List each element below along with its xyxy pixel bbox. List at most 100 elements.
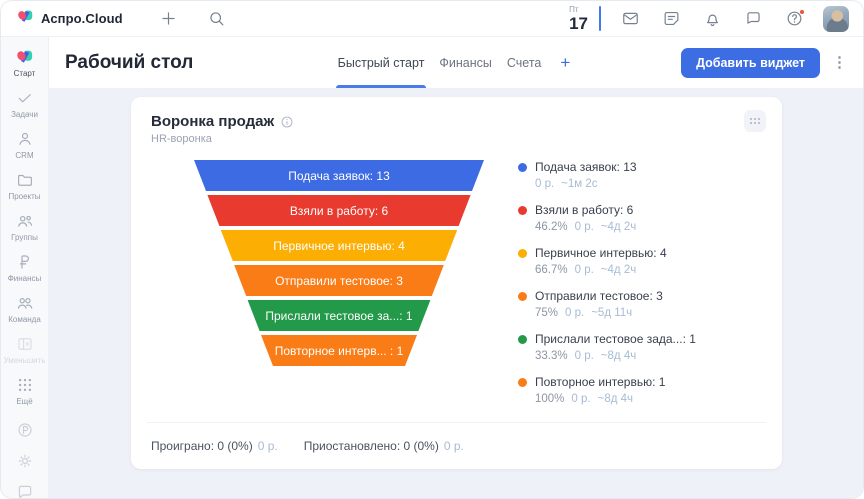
sidebar-item-группы[interactable]: Группы xyxy=(1,211,49,242)
legend-conversion: 100% xyxy=(535,393,564,405)
legend-item: Взяли в работу: 6 46.2% 0 р. ~4д 2ч xyxy=(518,203,762,234)
funnel-stage-label: Первичное интервью: 4 xyxy=(273,239,405,253)
legend-dot xyxy=(518,335,527,344)
sidebar-item-label: CRM xyxy=(15,151,33,160)
funnel-stage-label: Прислали тестовое за...: 1 xyxy=(265,309,412,323)
legend-values: 75% 0 р. ~5д 11ч xyxy=(535,307,762,320)
legend-conversion: 75% xyxy=(535,307,558,319)
legend-duration: ~8д 4ч xyxy=(601,350,636,362)
add-tab-button[interactable]: + xyxy=(556,53,574,73)
legend-money: 0 р. xyxy=(575,264,594,276)
tab-быстрый-старт[interactable]: Быстрый старт xyxy=(338,37,425,88)
sidebar-item-команда[interactable]: Команда xyxy=(1,293,49,324)
funnel-chart: Подача заявок: 13 Взяли в работу: 6 Первич… xyxy=(151,160,484,418)
legend-values: 0 р. ~1м 2с xyxy=(535,178,762,191)
legend-money: 0 р. xyxy=(535,178,554,190)
settings-icon xyxy=(16,452,34,470)
apps-icon xyxy=(16,421,34,439)
funnel-stage-label: Повторное интерв... : 1 xyxy=(275,344,404,358)
funnel-stage[interactable]: Взяли в работу: 6 xyxy=(194,195,484,226)
legend-dot xyxy=(518,378,527,387)
aspro-logo[interactable]: Аспро.Cloud xyxy=(17,8,123,30)
chat-button[interactable] xyxy=(741,7,765,31)
funnel-stage[interactable]: Первичное интервью: 4 xyxy=(194,230,484,261)
funnel-stage[interactable]: Подача заявок: 13 xyxy=(194,160,484,191)
legend-conversion: 66.7% xyxy=(535,264,568,276)
team-icon xyxy=(15,293,34,312)
legend-dot xyxy=(518,206,527,215)
sidebar-settings-button[interactable] xyxy=(13,449,37,473)
widget-drag-handle[interactable] xyxy=(744,110,766,132)
groups-icon xyxy=(15,211,34,230)
sidebar-item-label: Задачи xyxy=(11,110,38,119)
legend-item: Отправили тестовое: 375%0 р.~5д 11ч xyxy=(518,289,762,320)
drag-handle-icon xyxy=(750,118,761,125)
legend-label: Повторное интервью: 1 xyxy=(535,375,762,390)
legend-dot xyxy=(518,292,527,301)
tab-счета[interactable]: Счета xyxy=(507,37,541,88)
date-accent-divider xyxy=(599,6,601,31)
funnel-footer-stats: Проиграно: 0 (0%) 0 р. Приостановлено: 0 … xyxy=(151,439,464,453)
paused-money: 0 р. xyxy=(444,439,464,453)
sidebar-apps-button[interactable] xyxy=(13,418,37,442)
notification-dot xyxy=(799,9,805,15)
mail-button[interactable] xyxy=(618,7,642,31)
legend-money: 0 р. xyxy=(565,307,584,319)
notes-button[interactable] xyxy=(659,7,683,31)
sidebar-item-label: Проекты xyxy=(8,192,40,201)
aspro-logo-icon xyxy=(15,47,34,66)
mail-icon xyxy=(621,9,640,28)
logo-text: Аспро.Cloud xyxy=(41,11,123,26)
legend-money: 0 р. xyxy=(575,221,594,233)
legend-dot xyxy=(518,163,527,172)
sidebar-item-уменьшить[interactable]: Уменьшить xyxy=(1,334,49,365)
sidebar-item-crm[interactable]: CRM xyxy=(1,129,49,160)
legend-label: Подача заявок: 13 xyxy=(535,160,762,175)
sidebar-item-проекты[interactable]: Проекты xyxy=(1,170,49,201)
sidebar-item-label: Команда xyxy=(8,315,41,324)
legend-conversion: 33.3% xyxy=(535,350,568,362)
projects-icon xyxy=(15,170,34,189)
funnel-stage-label: Взяли в работу: 6 xyxy=(290,204,388,218)
sidebar-item-задачи[interactable]: Задачи xyxy=(1,88,49,119)
info-icon[interactable] xyxy=(280,115,294,129)
search-button[interactable] xyxy=(205,7,229,31)
legend-label: Взяли в работу: 6 xyxy=(535,203,762,218)
legend-duration: ~4д 2ч xyxy=(601,221,636,233)
kebab-menu-icon[interactable]: ⋮ xyxy=(832,55,847,70)
lost-label: Проиграно: 0 (0%) xyxy=(151,439,253,453)
bell-button[interactable] xyxy=(700,7,724,31)
sidebar-feedback-button[interactable] xyxy=(13,480,37,499)
sidebar-item-финансы[interactable]: Финансы xyxy=(1,252,49,283)
search-icon xyxy=(207,9,226,28)
date-day: 17 xyxy=(569,15,588,32)
help-button[interactable] xyxy=(782,7,806,31)
legend-label: Первичное интервью: 4 xyxy=(535,246,762,261)
app-window: Аспро.Cloud Пт 17 Старт Задачи CRM Проекты Г… xyxy=(0,0,864,499)
funnel-stage[interactable]: Повторное интерв... : 1 xyxy=(194,335,484,366)
legend-item: Прислали тестовое зада...: 133.3%0 р.~8д… xyxy=(518,332,762,363)
chat-icon xyxy=(744,9,763,28)
sidebar-item-label: Группы xyxy=(11,233,38,242)
legend-duration: ~5д 11ч xyxy=(591,307,632,319)
funnel-stage-label: Отправили тестовое: 3 xyxy=(275,274,403,288)
widget-subtitle: HR-воронка xyxy=(151,133,762,145)
create-button[interactable] xyxy=(157,7,181,31)
sidebar-item-ещё[interactable]: Ещё xyxy=(1,375,49,406)
legend-conversion: 46.2% xyxy=(535,221,568,233)
sidebar-item-старт[interactable]: Старт xyxy=(1,47,49,78)
user-avatar[interactable] xyxy=(823,6,849,32)
legend-duration: ~1м 2с xyxy=(561,178,597,190)
finances-icon xyxy=(15,252,34,271)
sidebar-item-label: Старт xyxy=(14,69,36,78)
legend-money: 0 р. xyxy=(575,350,594,362)
funnel-stage[interactable]: Прислали тестовое за...: 1 xyxy=(194,300,484,331)
bell-icon xyxy=(703,9,722,28)
tab-финансы[interactable]: Финансы xyxy=(439,37,491,88)
paused-label: Приостановлено: 0 (0%) xyxy=(304,439,439,453)
legend-values: 100%0 р.~8д 4ч xyxy=(535,393,762,406)
funnel-stage[interactable]: Отправили тестовое: 3 xyxy=(194,265,484,296)
calendar-date[interactable]: Пт 17 xyxy=(569,6,588,32)
add-widget-button[interactable]: Добавить виджет xyxy=(681,48,820,78)
sales-funnel-widget: Воронка продаж HR-воронка Подача заявок:… xyxy=(131,97,782,469)
